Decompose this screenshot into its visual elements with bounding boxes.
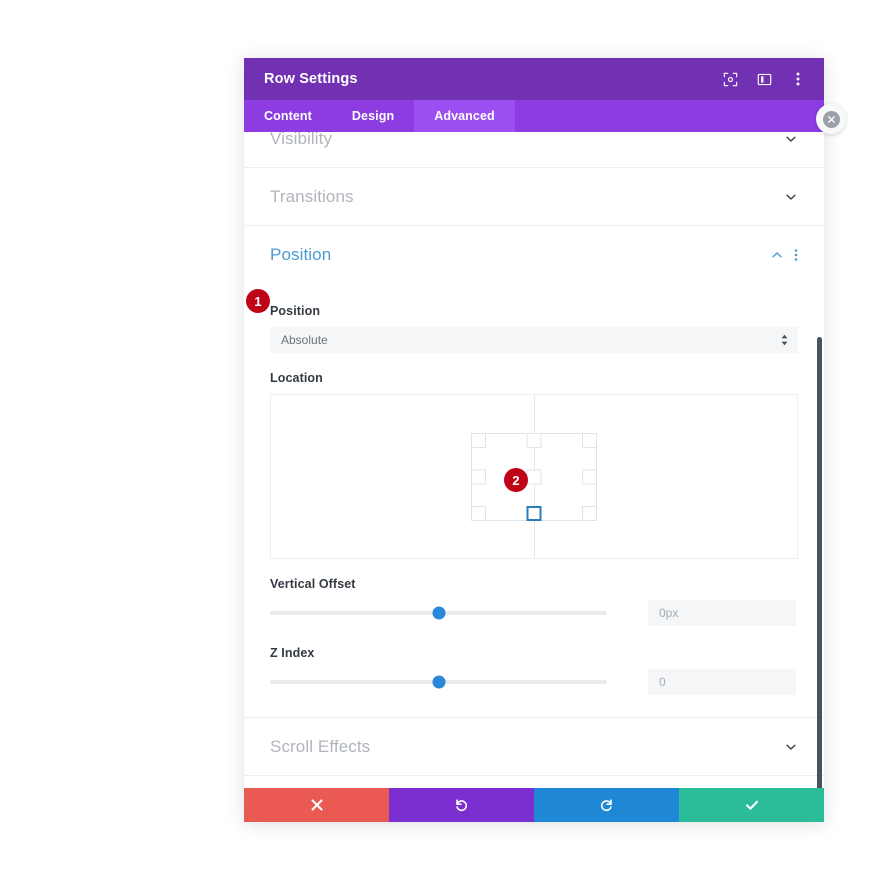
vertical-offset-slider-knob[interactable] xyxy=(432,606,445,620)
section-title-scroll-effects: Scroll Effects xyxy=(270,736,371,756)
position-select[interactable]: Absolute xyxy=(270,327,798,353)
fullscreen-icon[interactable] xyxy=(722,71,738,87)
chevron-down-icon[interactable] xyxy=(784,132,798,146)
save-button[interactable] xyxy=(679,788,824,822)
modal-footer xyxy=(244,788,824,822)
z-index-row: 0 xyxy=(270,669,798,695)
chevron-down-icon[interactable] xyxy=(784,190,798,204)
scroll-effects-toggle-icons xyxy=(784,740,798,754)
position-section-content: Position Absolute Location Vertical Offs… xyxy=(244,284,824,718)
redo-arrow-icon xyxy=(600,798,612,811)
close-modal-button[interactable] xyxy=(816,104,846,134)
close-x-icon xyxy=(310,799,323,811)
location-anchor-bottom-left[interactable] xyxy=(471,505,486,521)
screenshot-stage: Row Settings Content Design Advanced Vis… xyxy=(0,0,880,872)
chevron-up-icon[interactable] xyxy=(770,248,784,262)
tab-design[interactable]: Design xyxy=(332,100,414,132)
row-settings-modal: Row Settings Content Design Advanced Vis… xyxy=(244,58,824,822)
redo-button[interactable] xyxy=(534,788,679,822)
vertical-offset-slider[interactable] xyxy=(270,604,607,622)
annotation-marker-2: 2 xyxy=(504,468,528,492)
location-anchor-top-right[interactable] xyxy=(582,432,597,448)
location-picker[interactable] xyxy=(270,394,798,559)
section-toggle-transitions[interactable]: Transitions xyxy=(244,168,824,226)
more-options-icon[interactable] xyxy=(790,71,806,87)
z-index-slider[interactable] xyxy=(270,673,607,691)
undo-button[interactable] xyxy=(389,788,534,822)
vertical-offset-row: 0px xyxy=(270,600,798,626)
select-stepper-icon[interactable] xyxy=(770,333,798,347)
vertical-scrollbar-thumb[interactable] xyxy=(817,337,822,788)
vertical-offset-field: Vertical Offset 0px xyxy=(270,577,798,626)
position-field: Position Absolute xyxy=(270,304,798,353)
modal-tabbar: Content Design Advanced xyxy=(244,100,824,132)
z-index-input[interactable]: 0 xyxy=(648,669,796,695)
visibility-toggle-icons xyxy=(784,132,798,146)
location-field: Location xyxy=(270,371,798,559)
header-icon-group xyxy=(722,71,806,87)
modal-body: Visibility Transitions Position Position… xyxy=(244,132,824,788)
section-toggle-visibility[interactable]: Visibility xyxy=(244,132,824,168)
location-anchor-top-left[interactable] xyxy=(471,432,486,448)
vertical-offset-input[interactable]: 0px xyxy=(648,600,796,626)
section-title-transitions: Transitions xyxy=(270,186,354,206)
location-anchor-middle-right[interactable] xyxy=(582,469,597,484)
position-field-label: Position xyxy=(270,304,321,318)
z-index-slider-knob[interactable] xyxy=(432,675,445,689)
z-index-field: Z Index 0 xyxy=(270,646,798,695)
modal-header: Row Settings xyxy=(244,58,824,100)
page-title: Row Settings xyxy=(264,71,358,87)
location-anchor-top-center[interactable] xyxy=(526,432,542,448)
location-anchor-middle-left[interactable] xyxy=(471,469,486,484)
transitions-toggle-icons xyxy=(784,190,798,204)
chevron-down-icon[interactable] xyxy=(784,740,798,754)
z-index-label: Z Index xyxy=(270,646,315,660)
section-title-visibility: Visibility xyxy=(270,132,333,148)
tab-content[interactable]: Content xyxy=(244,100,332,132)
discard-button[interactable] xyxy=(244,788,389,822)
location-anchor-bottom-right[interactable] xyxy=(582,505,597,521)
location-reference-rect xyxy=(471,432,597,521)
location-anchor-center[interactable] xyxy=(526,469,542,484)
tab-advanced[interactable]: Advanced xyxy=(414,100,515,132)
location-anchor-bottom-center[interactable] xyxy=(526,505,542,521)
section-toggle-scroll-effects[interactable]: Scroll Effects xyxy=(244,718,824,776)
section-title-position: Position xyxy=(270,245,332,264)
vertical-offset-label: Vertical Offset xyxy=(270,577,356,591)
section-toggle-position[interactable]: Position xyxy=(244,226,824,284)
help-link[interactable]: ? Help xyxy=(244,776,824,788)
annotation-marker-1: 1 xyxy=(246,289,270,313)
section-more-options-icon[interactable] xyxy=(794,248,798,262)
location-field-label: Location xyxy=(270,371,323,385)
checkmark-icon xyxy=(745,800,758,810)
position-select-value: Absolute xyxy=(281,333,328,347)
layout-toggle-icon[interactable] xyxy=(756,71,772,87)
position-toggle-icons xyxy=(770,248,798,262)
close-icon xyxy=(822,110,840,128)
settings-scroll-content: Visibility Transitions Position Position… xyxy=(244,132,824,788)
undo-arrow-icon xyxy=(456,798,468,811)
